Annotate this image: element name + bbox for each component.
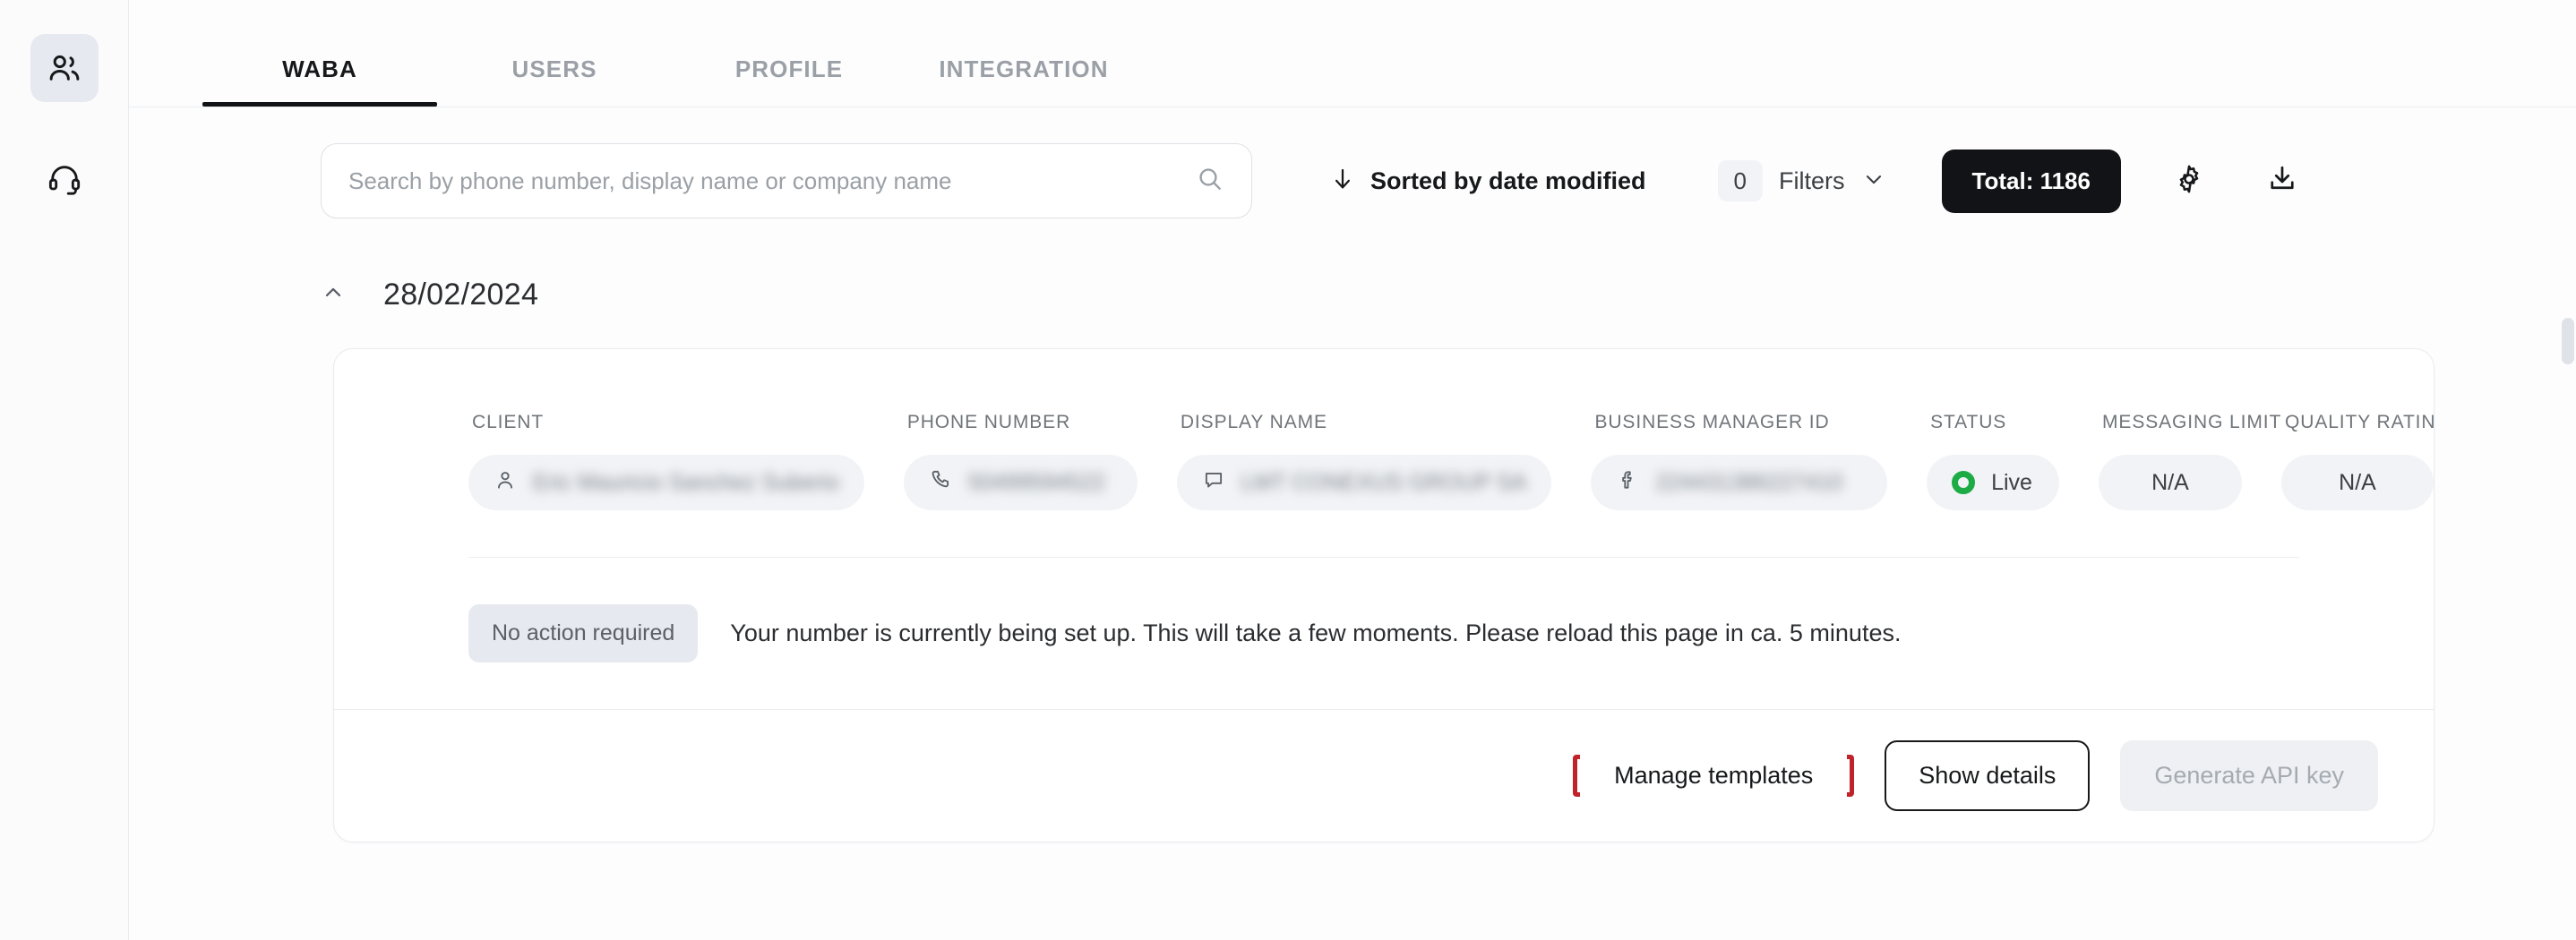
sidebar-item-users[interactable] [30, 34, 99, 102]
users-icon [46, 49, 83, 87]
value-phone-number[interactable]: 50499594522 [903, 455, 1138, 510]
manage-templates-button[interactable]: Manage templates [1580, 740, 1848, 810]
header-display-name: DISPLAY NAME [1180, 412, 1327, 432]
gear-icon [2173, 163, 2205, 200]
field-client: CLIENT Eric Mauricio Sanchez Suberio [468, 412, 864, 510]
generate-api-key-button: Generate API key [2120, 740, 2378, 811]
header-messaging-limit: MESSAGING LIMIT [2102, 412, 2282, 432]
business-manager-id: 224431386227410 [1655, 469, 1843, 495]
phone-number: 50499594522 [967, 469, 1105, 495]
waba-card-fields: CLIENT Eric Mauricio Sanchez Suberio PHO… [334, 349, 2434, 557]
app-root: WABA USERS PROFILE INTEGRATION Search by… [0, 0, 2576, 940]
person-icon [494, 468, 517, 498]
status-label: Live [1991, 469, 2032, 495]
header-phone-number: PHONE NUMBER [906, 412, 1071, 432]
header-client: CLIENT [472, 412, 545, 432]
vertical-scrollbar-thumb[interactable] [2562, 318, 2574, 364]
field-display-name: DISPLAY NAME LMT CONEXUS GROUP SA [1176, 412, 1552, 510]
sort-label: Sorted by date modified [1370, 167, 1646, 194]
card-actions: Manage templates Show details Generate A… [334, 709, 2434, 842]
facebook-icon [1616, 468, 1639, 498]
sidebar-item-support[interactable] [30, 145, 99, 213]
search-box[interactable] [321, 143, 1252, 218]
notice-row: No action required Your number is curren… [334, 558, 2434, 709]
sort-button[interactable]: Sorted by date modified [1329, 166, 1646, 197]
value-quality-rating[interactable]: N/A [2281, 455, 2434, 510]
tab-waba-label: WABA [282, 56, 357, 82]
value-display-name[interactable]: LMT CONEXUS GROUP SA [1176, 455, 1552, 510]
chevron-up-icon[interactable] [321, 280, 346, 310]
header-business-manager-id: BUSINESS MANAGER ID [1594, 412, 1830, 432]
value-messaging-limit[interactable]: N/A [2099, 455, 2243, 510]
no-action-badge: No action required [468, 604, 699, 662]
filters-count: 0 [1717, 160, 1764, 201]
download-button[interactable] [2257, 156, 2307, 206]
chat-bubble-icon [1202, 468, 1225, 498]
field-status: STATUS Live [1927, 412, 2060, 510]
field-quality-rating: QUALITY RATING N/A [2281, 412, 2434, 510]
search-icon[interactable] [1196, 165, 1224, 198]
arrow-down-icon [1329, 166, 1356, 197]
settings-button[interactable] [2164, 156, 2214, 206]
status-badge[interactable]: Live [1927, 455, 2060, 510]
tab-profile[interactable]: PROFILE [672, 56, 906, 107]
tab-users-label: USERS [511, 56, 597, 82]
filters-label: Filters [1779, 167, 1845, 194]
waba-card: CLIENT Eric Mauricio Sanchez Suberio PHO… [333, 348, 2434, 842]
manage-templates-highlight: Manage templates [1573, 740, 1855, 810]
tab-integration[interactable]: INTEGRATION [906, 56, 1141, 107]
date-group-label: 28/02/2024 [383, 278, 539, 312]
sidebar [0, 0, 129, 940]
display-name: LMT CONEXUS GROUP SA [1241, 469, 1527, 495]
toolbar: Sorted by date modified 0 Filters Total:… [129, 107, 2576, 220]
filters-button[interactable]: 0 Filters [1717, 160, 1886, 201]
date-group-header[interactable]: 28/02/2024 [129, 220, 2576, 312]
total-badge[interactable]: Total: 1186 [1941, 149, 2121, 213]
tab-users[interactable]: USERS [437, 56, 672, 107]
header-quality-rating: QUALITY RATING [2285, 412, 2434, 432]
download-icon [2266, 163, 2298, 200]
phone-icon [929, 468, 952, 498]
main-content: WABA USERS PROFILE INTEGRATION Search by… [129, 0, 2576, 940]
chevron-down-icon [1861, 167, 1886, 196]
tab-bar: WABA USERS PROFILE INTEGRATION [129, 0, 2576, 107]
tab-integration-label: INTEGRATION [939, 56, 1109, 82]
field-business-manager-id: BUSINESS MANAGER ID 224431386227410 [1591, 412, 1888, 510]
field-messaging-limit: MESSAGING LIMIT N/A [2099, 412, 2282, 510]
search-input[interactable] [348, 167, 1185, 195]
status-dot-icon [1952, 471, 1976, 494]
headset-icon [47, 161, 82, 197]
header-status: STATUS [1930, 412, 2007, 432]
tab-profile-label: PROFILE [734, 56, 844, 82]
show-details-button[interactable]: Show details [1885, 740, 2091, 811]
value-client[interactable]: Eric Mauricio Sanchez Suberio [468, 455, 864, 510]
client-name: Eric Mauricio Sanchez Suberio [533, 469, 839, 495]
notice-message: Your number is currently being set up. T… [730, 620, 1902, 646]
value-business-manager-id[interactable]: 224431386227410 [1591, 455, 1888, 510]
tab-waba[interactable]: WABA [202, 56, 437, 107]
field-phone-number: PHONE NUMBER 50499594522 [903, 412, 1138, 510]
